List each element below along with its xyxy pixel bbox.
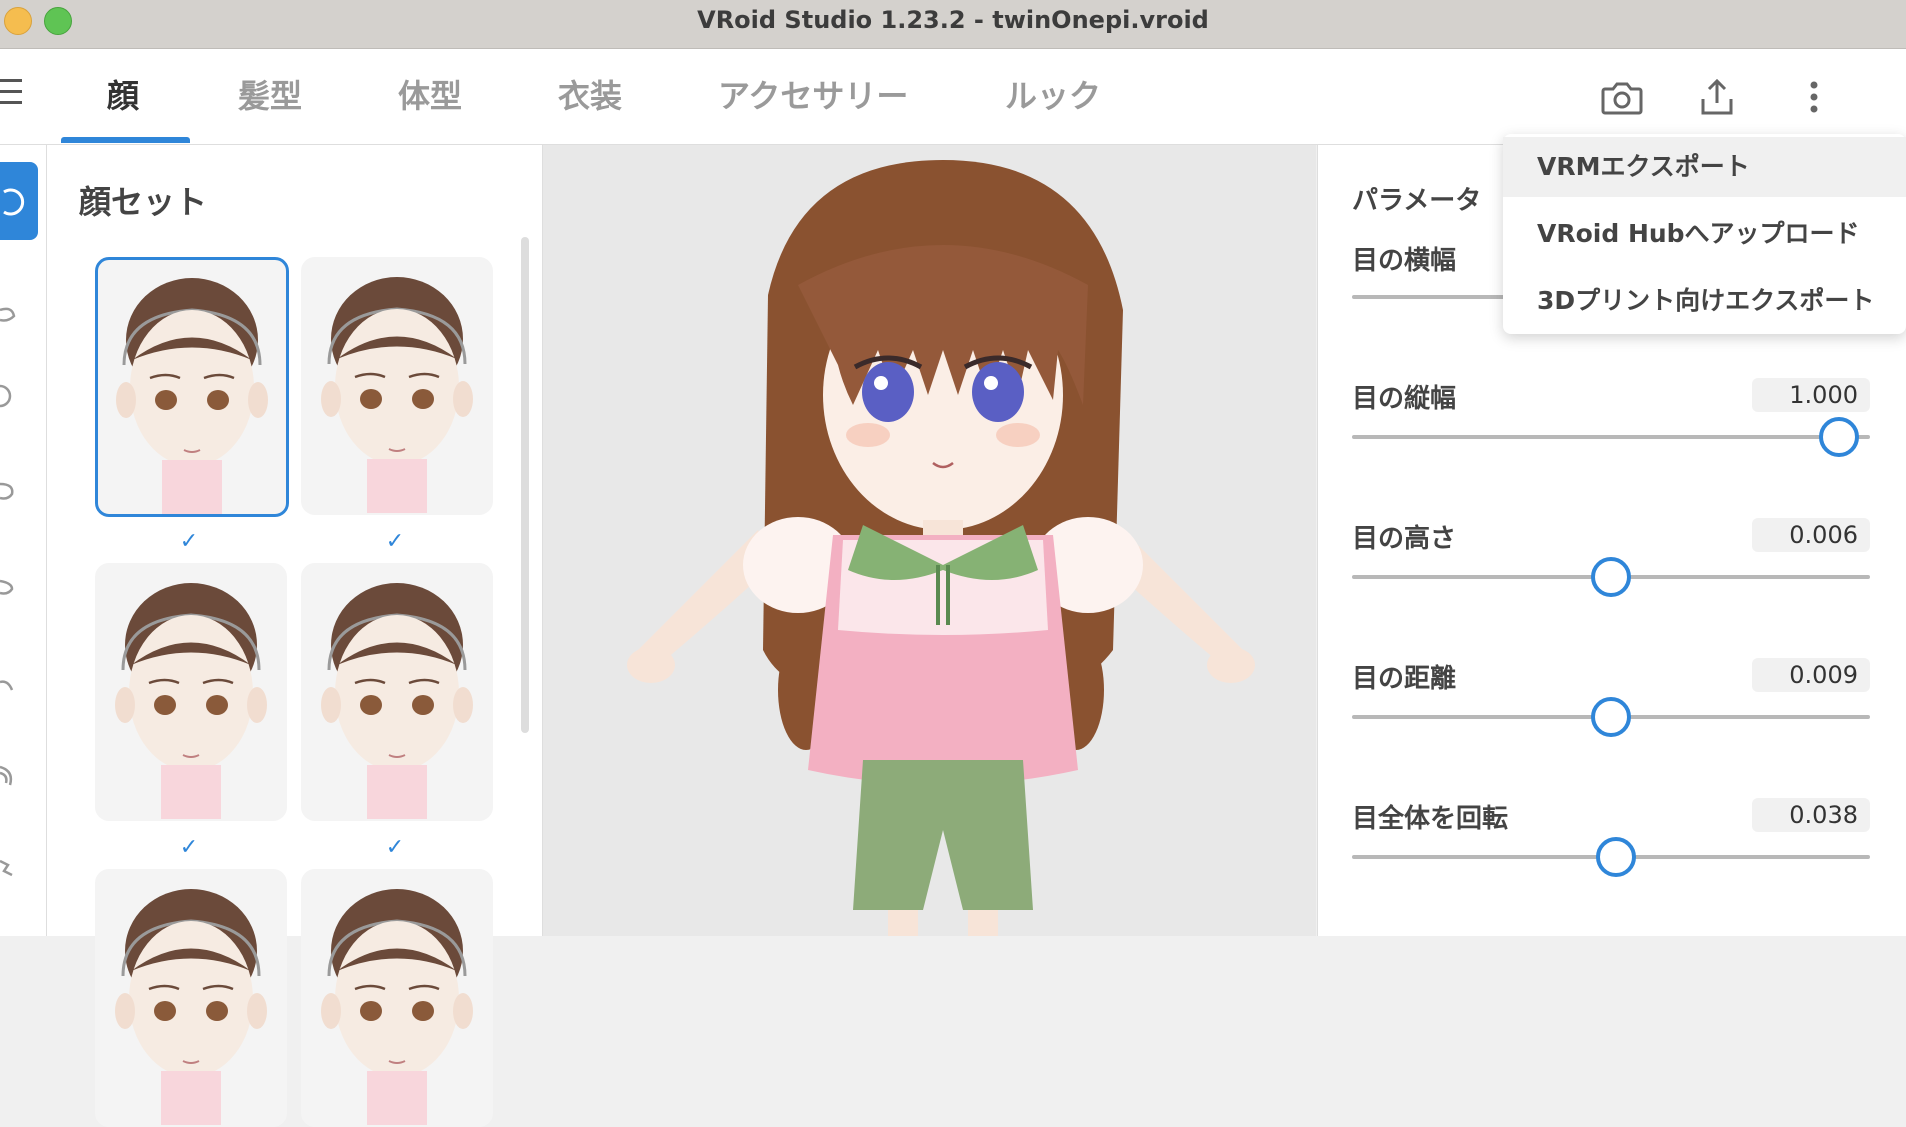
checkmark-icon: ✓ (179, 835, 199, 860)
tab-outfit[interactable]: 衣装 (558, 71, 622, 121)
category-eyebrow-icon[interactable] (0, 300, 16, 328)
active-tab-indicator (61, 137, 190, 143)
parameter-header: パラメータ (1352, 186, 1482, 216)
param-value-field[interactable]: 0.006 (1752, 518, 1870, 552)
param-eye-distance: 目の距離 0.009 (1352, 658, 1870, 737)
face-set-card[interactable] (95, 257, 289, 517)
category-nose-icon[interactable] (0, 670, 16, 698)
export-icon[interactable] (1693, 73, 1741, 121)
export-dropdown-menu: VRMエクスポート VRoid Hubへアップロード 3Dプリント向けエクスポー… (1503, 134, 1906, 334)
window-title: VRoid Studio 1.23.2 - twinOnepi.vroid (697, 6, 1209, 34)
face-set-scrollbar[interactable] (521, 237, 529, 733)
tab-accessory[interactable]: アクセサリー (718, 71, 908, 121)
face-set-card[interactable] (301, 257, 493, 515)
checkmark-icon: ✓ (385, 835, 405, 860)
param-eye-height: 目の縦幅 1.000 (1352, 378, 1870, 457)
checkmark-icon: ✓ (385, 529, 405, 554)
slider-thumb[interactable] (1819, 417, 1859, 457)
param-value-field[interactable]: 1.000 (1752, 378, 1870, 412)
top-tab-bar: 顔 髪型 体型 衣装 アクセサリー ルック (0, 49, 1906, 145)
face-set-card[interactable] (95, 869, 287, 1127)
slider-thumb[interactable] (1591, 557, 1631, 597)
category-iris-icon[interactable] (0, 478, 16, 506)
tab-hairstyle[interactable]: 髪型 (238, 71, 302, 121)
checkmark-icon: ✓ (179, 529, 199, 554)
param-value-field[interactable]: 0.038 (1752, 798, 1870, 832)
model-viewport[interactable] (543, 145, 1316, 936)
hamburger-menu-icon[interactable] (0, 79, 22, 113)
slider-thumb[interactable] (1591, 697, 1631, 737)
category-mouth-icon[interactable] (0, 855, 16, 883)
param-eye-position: 目の高さ 0.006 (1352, 518, 1870, 597)
category-eye-icon[interactable] (0, 382, 16, 410)
face-set-card[interactable] (301, 563, 493, 821)
menu-item-vrm-export[interactable]: VRMエクスポート (1503, 137, 1906, 197)
slider-track[interactable] (1352, 435, 1870, 439)
category-ear-icon[interactable] (0, 761, 16, 789)
tab-body[interactable]: 体型 (398, 71, 462, 121)
face-set-title: 顔セット (79, 183, 208, 221)
face-set-card[interactable] (301, 869, 493, 1127)
camera-icon[interactable] (1597, 73, 1645, 121)
tab-face[interactable]: 顔 (107, 71, 139, 121)
category-face-set-button[interactable] (0, 162, 38, 240)
slider-thumb[interactable] (1596, 837, 1636, 877)
face-set-panel: 顔セット ✓ ✓ ✓ ✓ (47, 145, 543, 1127)
param-value-field[interactable]: 0.009 (1752, 658, 1870, 692)
menu-item-vroid-hub-upload[interactable]: VRoid Hubへアップロード (1503, 204, 1906, 264)
avatar-model (627, 160, 1255, 936)
menu-item-3d-print-export[interactable]: 3Dプリント向けエクスポート (1503, 271, 1906, 331)
more-vertical-icon[interactable] (1790, 73, 1838, 121)
tab-look[interactable]: ルック (1005, 71, 1101, 121)
window-titlebar: VRoid Studio 1.23.2 - twinOnepi.vroid (0, 0, 1906, 49)
face-set-card[interactable] (95, 563, 287, 821)
category-eyelash-icon[interactable] (0, 573, 16, 601)
category-icon-strip (0, 145, 47, 936)
param-eye-rotation: 目全体を回転 0.038 (1352, 798, 1870, 877)
